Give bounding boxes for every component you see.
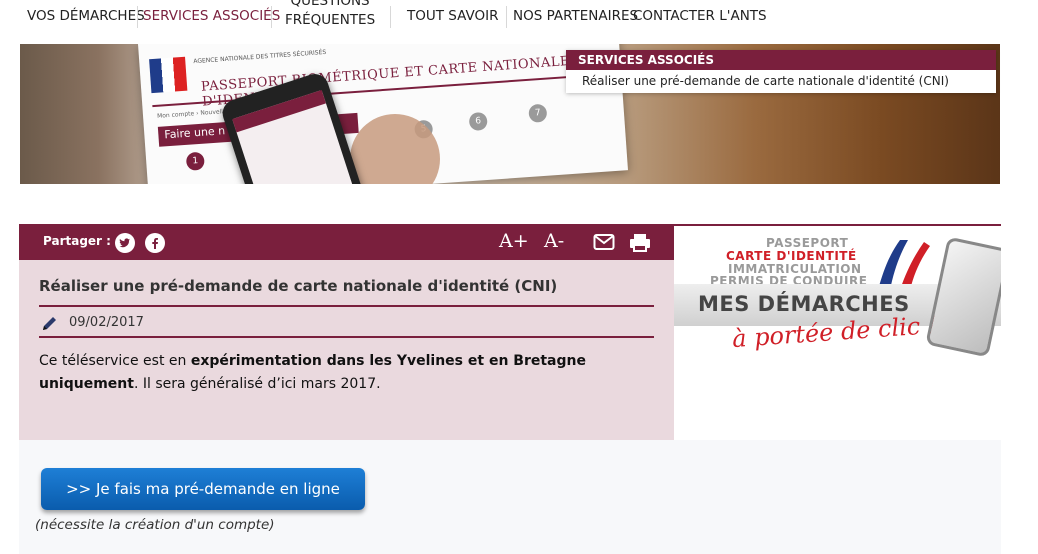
- top-navigation: VOS DÉMARCHES SERVICES ASSOCIÉS QUESTION…: [0, 0, 1038, 44]
- cta-section: >> Je fais ma pré-demande en ligne (néce…: [19, 440, 1001, 554]
- print-icon[interactable]: [629, 233, 651, 257]
- share-label: Partager :: [43, 234, 111, 248]
- article-body: Ce téléservice est en expérimentation da…: [39, 350, 649, 396]
- nav-nos-partenaires[interactable]: NOS PARTENAIRES: [513, 8, 638, 24]
- republic-logo: [149, 56, 188, 94]
- article-body-text: . Il sera généralisé d’ici mars 2017.: [133, 376, 381, 392]
- banner-step: 1: [185, 151, 205, 171]
- smartphone-screen: [232, 90, 353, 184]
- smartphone-header: [232, 90, 326, 133]
- nav-questions-line1: QUESTIONS: [290, 0, 370, 9]
- twitter-icon[interactable]: [115, 233, 135, 253]
- banner-agency-text: AGENCE NATIONALE DES TITRES SÉCURISÉS: [193, 48, 327, 66]
- banner-step: 7: [528, 103, 548, 123]
- email-icon[interactable]: [593, 233, 615, 255]
- font-increase-button[interactable]: A+: [499, 230, 529, 252]
- article-rule-top: [39, 305, 654, 307]
- nav-divider: [271, 6, 272, 28]
- nav-services-associes[interactable]: SERVICES ASSOCIÉS: [143, 8, 280, 24]
- nav-vos-demarches[interactable]: VOS DÉMARCHES: [27, 8, 145, 24]
- nav-contacter-ants[interactable]: CONTACTER L'ANTS: [633, 8, 767, 24]
- nav-questions-line2: FRÉQUENTES: [285, 12, 376, 28]
- services-associes-box: SERVICES ASSOCIÉS Réaliser une pré-deman…: [566, 50, 996, 93]
- pre-demande-button[interactable]: >> Je fais ma pré-demande en ligne: [41, 468, 365, 510]
- pencil-icon: [41, 314, 59, 336]
- nav-divider: [137, 6, 138, 28]
- article-body-text: Ce téléservice est en: [39, 353, 191, 369]
- nav-tout-savoir[interactable]: TOUT SAVOIR: [407, 8, 498, 24]
- article-title: Réaliser une pré-demande de carte nation…: [39, 277, 558, 295]
- facebook-icon[interactable]: [145, 233, 165, 253]
- ad-line-carte: CARTE D'IDENTITÉ: [726, 249, 857, 263]
- share-toolbar: Partager : A+ A-: [19, 226, 674, 260]
- nav-divider: [390, 6, 391, 28]
- mes-demarches-ad[interactable]: PASSEPORT CARTE D'IDENTITÉ IMMATRICULATI…: [674, 226, 1001, 440]
- ad-line-passeport: PASSEPORT: [766, 236, 849, 250]
- cta-note: (nécessite la création d'un compte): [35, 517, 275, 533]
- banner-step: 6: [468, 111, 488, 132]
- services-box-heading: SERVICES ASSOCIÉS: [566, 50, 996, 70]
- nav-questions-frequentes[interactable]: QUESTIONS FRÉQUENTES: [285, 0, 375, 30]
- article-date: 09/02/2017: [69, 315, 144, 330]
- article-content: Réaliser une pré-demande de carte nation…: [19, 260, 674, 440]
- nav-divider: [506, 6, 507, 28]
- font-decrease-button[interactable]: A-: [544, 230, 564, 252]
- ad-headline: MES DÉMARCHES: [698, 292, 910, 316]
- article-rule-bottom: [39, 336, 654, 338]
- services-box-link[interactable]: Réaliser une pré-demande de carte nation…: [566, 70, 996, 88]
- ad-phone-icon: [925, 236, 1001, 358]
